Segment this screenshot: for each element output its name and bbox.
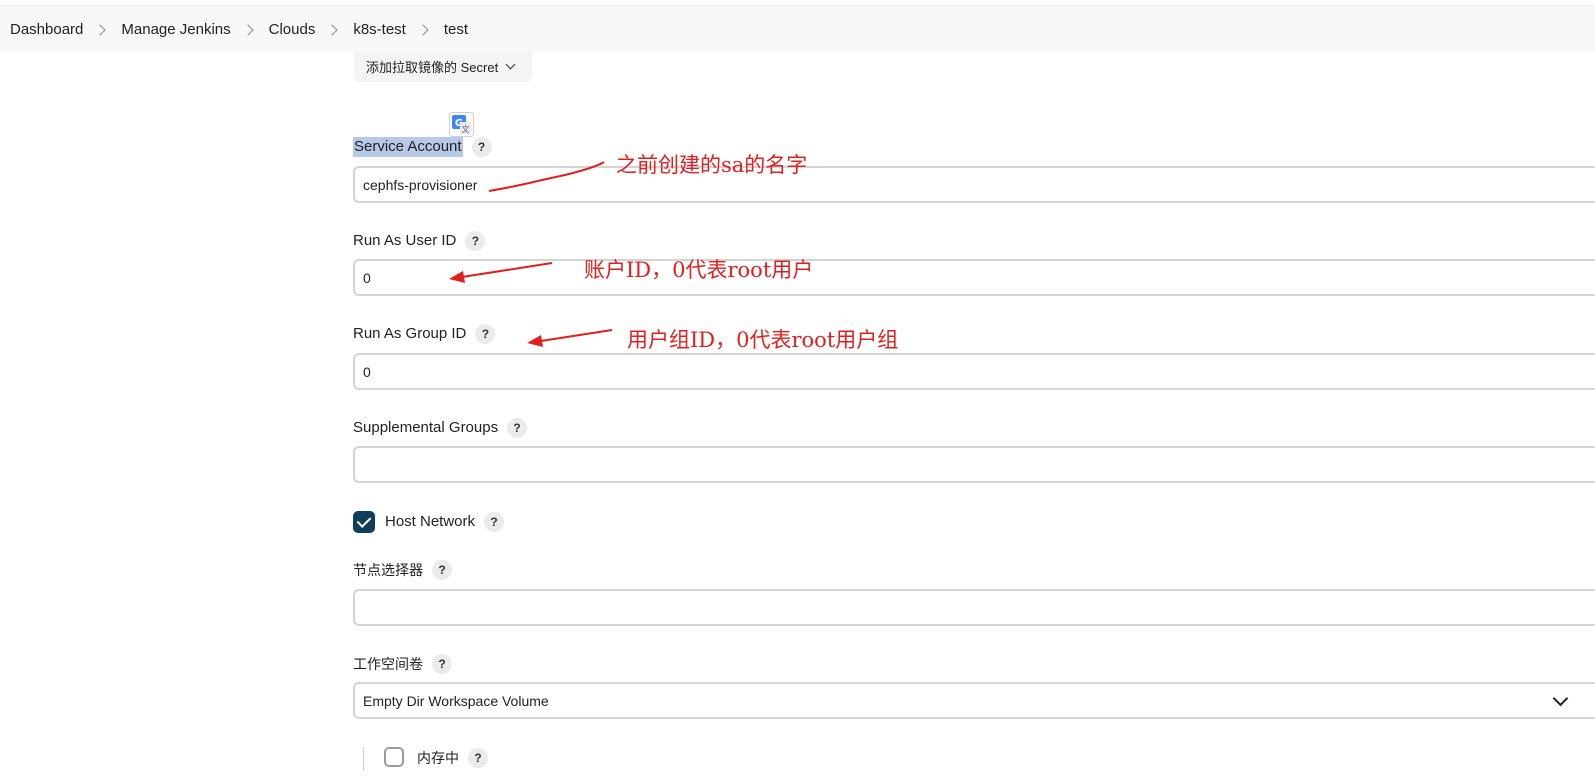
annotation-arrow-group: [540, 329, 613, 342]
annotation-arrowhead-user: [449, 271, 465, 283]
annotation-underline-stroke: [488, 161, 605, 192]
annotation-arrowhead-group: [527, 335, 543, 347]
annotation-overlay: [449, 161, 613, 347]
annotation-group-id: 用户组ID，0代表root用户组: [627, 328, 899, 352]
annotation-user-id: 账户ID，0代表root用户: [584, 258, 814, 282]
annotation-arrow-user: [461, 262, 553, 278]
annotation-sa-name: 之前创建的sa的名字: [616, 153, 808, 177]
